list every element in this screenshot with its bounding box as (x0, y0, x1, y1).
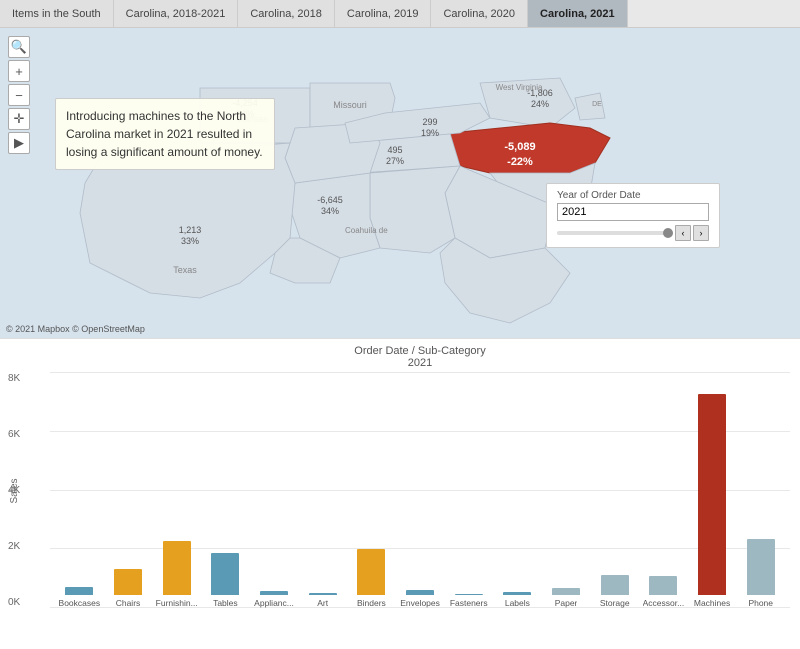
bar-label: Paper (555, 598, 578, 608)
bar-phone[interactable] (747, 539, 775, 595)
bar-group: Art (298, 593, 347, 608)
bar-group: Storage (590, 575, 639, 608)
bar-storage[interactable] (601, 575, 629, 595)
tab-carolina--2020[interactable]: Carolina, 2020 (431, 0, 528, 27)
bar-art[interactable] (309, 593, 337, 595)
bar-group: Binders (347, 549, 396, 608)
bar-group: Applianc... (250, 591, 299, 608)
year-filter-input[interactable] (557, 203, 709, 221)
tab-carolina--2021[interactable]: Carolina, 2021 (528, 0, 628, 27)
bar-group: Furnishin... (152, 541, 201, 608)
crosshair-button[interactable]: ✛ (8, 108, 30, 130)
bar-group: Phone (736, 539, 785, 608)
annotation-text: Introducing machines to the North Caroli… (66, 109, 263, 159)
bar-label: Envelopes (400, 598, 440, 608)
arrow-button[interactable]: ▶ (8, 132, 30, 154)
bar-label: Art (317, 598, 328, 608)
bar-chairs[interactable] (114, 569, 142, 595)
zoom-out-button[interactable]: − (8, 84, 30, 106)
bar-label: Bookcases (59, 598, 101, 608)
tab-carolina--2019[interactable]: Carolina, 2019 (335, 0, 432, 27)
svg-text:34%: 34% (321, 206, 339, 216)
bar-label: Fasteners (450, 598, 488, 608)
map-controls: 🔍 + − ✛ ▶ (8, 36, 30, 154)
bar-furnishin---[interactable] (163, 541, 191, 595)
bars-container: Bookcases Chairs Furnishin... Tables Applian… (50, 373, 790, 608)
bar-labels[interactable] (503, 592, 531, 595)
map-section: -4,254 24% -1,806 24% 299 19% 495 27% -6… (0, 28, 800, 338)
svg-text:1,213: 1,213 (179, 225, 202, 235)
y-label: 8K (8, 373, 20, 384)
chart-title: Order Date / Sub-Category (50, 345, 790, 357)
bar-group: Accessor... (639, 576, 688, 608)
bar-binders[interactable] (357, 549, 385, 595)
zoom-in-button[interactable]: + (8, 60, 30, 82)
bar-label: Binders (357, 598, 386, 608)
bar-label: Accessor... (643, 598, 685, 608)
tab-carolina--2018[interactable]: Carolina, 2018 (238, 0, 335, 27)
y-label: 4K (8, 485, 20, 496)
y-label: 6K (8, 429, 20, 440)
bar-label: Phone (748, 598, 773, 608)
bar-group: Tables (201, 553, 250, 608)
bar-label: Tables (213, 598, 238, 608)
svg-text:19%: 19% (421, 128, 439, 138)
bar-group: Envelopes (396, 590, 445, 608)
next-year-button[interactable]: › (693, 225, 709, 241)
tab-items-in-the-south[interactable]: Items in the South (0, 0, 114, 27)
svg-text:299: 299 (422, 117, 437, 127)
search-map-button[interactable]: 🔍 (8, 36, 30, 58)
svg-text:Coahuila de: Coahuila de (345, 226, 388, 235)
bar-label: Furnishin... (156, 598, 198, 608)
bar-label: Storage (600, 598, 630, 608)
bar-group: Chairs (104, 569, 153, 608)
chart-subtitle: 2021 (50, 357, 790, 369)
svg-text:-6,645: -6,645 (317, 195, 343, 205)
bar-group: Machines (688, 394, 737, 608)
tabs-bar: Items in the SouthCarolina, 2018-2021Car… (0, 0, 800, 28)
y-label: 2K (8, 541, 20, 552)
y-label: 0K (8, 597, 20, 608)
svg-text:West Virginia: West Virginia (496, 83, 543, 92)
bar-label: Machines (694, 598, 730, 608)
prev-year-button[interactable]: ‹ (675, 225, 691, 241)
svg-text:24%: 24% (531, 99, 549, 109)
annotation-box: Introducing machines to the North Caroli… (55, 98, 275, 170)
bar-paper[interactable] (552, 588, 580, 595)
chart-area: Sales 8K6K4K2K0K BookcasesChairsFurnishi… (50, 373, 790, 608)
bar-group: Labels (493, 592, 542, 608)
bar-group: Paper (542, 588, 591, 608)
svg-text:Texas: Texas (173, 265, 197, 275)
bar-bookcases[interactable] (65, 587, 93, 595)
svg-text:27%: 27% (386, 156, 404, 166)
year-filter: Year of Order Date ‹ › (546, 183, 720, 248)
bar-applianc---[interactable] (260, 591, 288, 595)
bar-accessor---[interactable] (649, 576, 677, 595)
svg-text:-22%: -22% (507, 156, 533, 168)
svg-text:DE: DE (592, 101, 602, 108)
year-slider-row: ‹ › (557, 225, 709, 241)
year-slider[interactable] (557, 231, 673, 235)
svg-text:-5,089: -5,089 (504, 141, 535, 153)
bar-label: Chairs (116, 598, 141, 608)
bar-group: Bookcases (55, 587, 104, 608)
tab-carolina--2018-2021[interactable]: Carolina, 2018-2021 (114, 0, 239, 27)
bar-group: Fasteners (444, 594, 493, 608)
y-axis: 8K 6K 4K 2K 0K (8, 373, 20, 608)
chart-section: Order Date / Sub-Category 2021 Sales 8K6… (0, 338, 800, 649)
year-filter-label: Year of Order Date (557, 190, 709, 201)
svg-text:33%: 33% (181, 236, 199, 246)
svg-text:Missouri: Missouri (333, 100, 367, 110)
bar-fasteners[interactable] (455, 594, 483, 595)
svg-text:495: 495 (387, 145, 402, 155)
bar-label: Applianc... (254, 598, 294, 608)
bar-tables[interactable] (211, 553, 239, 595)
bar-envelopes[interactable] (406, 590, 434, 595)
map-copyright: © 2021 Mapbox © OpenStreetMap (6, 324, 145, 334)
bar-label: Labels (505, 598, 530, 608)
bar-machines[interactable] (698, 394, 726, 595)
